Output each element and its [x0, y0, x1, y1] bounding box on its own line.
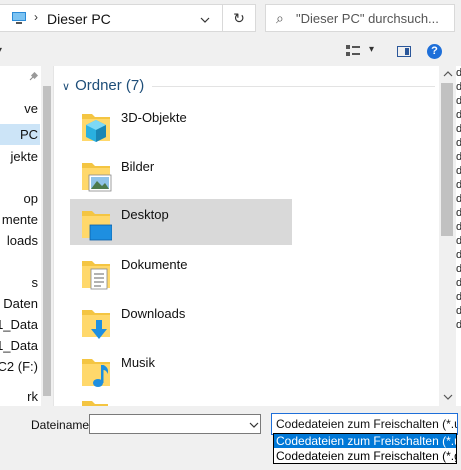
group-title: Ordner (7)	[75, 77, 145, 94]
folder-item-downloads[interactable]: Downloads	[70, 298, 292, 344]
main-scrollbar-thumb[interactable]	[441, 83, 453, 236]
toolbar: ▾	[0, 40, 461, 66]
folder-label: Musik	[121, 355, 155, 370]
filetype-option-gma[interactable]: Codedateien zum Freischalten (*.gma)	[274, 449, 456, 463]
collapse-chevron-icon[interactable]: ∨	[62, 81, 70, 93]
nav-item-documents[interactable]: mente	[0, 209, 40, 230]
help-icon[interactable]: ?	[427, 44, 442, 59]
folder-label: Dokumente	[121, 257, 188, 272]
folder-label: Bilder	[121, 159, 155, 174]
refresh-button[interactable]: ↻	[222, 4, 256, 32]
folder-label: 3D-Objekte	[121, 110, 187, 125]
folder-item-documents[interactable]: Dokumente	[70, 249, 292, 295]
folder-desktop-icon	[82, 211, 112, 241]
nav-item-c2-drive[interactable]: C2 (F:)	[0, 356, 40, 377]
nav-item-network[interactable]: rk	[0, 386, 40, 406]
folder-3d-objects-icon	[82, 114, 110, 142]
address-bar[interactable]: › Dieser PC	[0, 4, 256, 32]
folder-item-3d-objects[interactable]: 3D-Objekte	[70, 102, 292, 148]
nav-item-desktop[interactable]: op	[0, 188, 40, 209]
nav-item-local-disk[interactable]: er Daten	[0, 293, 40, 314]
folder-label: Downloads	[121, 306, 186, 321]
breadcrumb-separator: ›	[34, 10, 38, 24]
organize-dropdown-icon[interactable]: ▾	[0, 45, 2, 56]
nav-scrollbar-thumb[interactable]	[43, 86, 51, 396]
folder-pictures-icon	[82, 163, 112, 192]
nav-item-onedrive[interactable]: ve	[0, 98, 40, 119]
folder-item-desktop[interactable]: Desktop	[70, 199, 292, 245]
view-dropdown-icon[interactable]: ▾	[369, 44, 374, 55]
nav-item-c1-data-1[interactable]: C1_Data	[0, 314, 40, 335]
folder-downloads-icon	[82, 310, 110, 339]
scroll-up-icon[interactable]	[442, 70, 454, 78]
folder-icon	[82, 401, 108, 406]
scroll-down-icon[interactable]	[442, 393, 454, 401]
filename-dropdown-icon[interactable]	[249, 420, 259, 430]
folder-item-partial[interactable]	[80, 396, 110, 406]
group-divider	[152, 86, 435, 87]
folder-item-music[interactable]: Musik	[70, 347, 292, 393]
folder-music-icon	[82, 359, 110, 387]
nav-item-3d-objects[interactable]: jekte	[0, 146, 40, 167]
view-options-icon[interactable]	[346, 45, 360, 57]
filetype-select[interactable]: Codedateien zum Freischalten (*.ucx)	[271, 413, 458, 435]
filename-input[interactable]	[89, 414, 261, 434]
folder-label: Desktop	[121, 207, 169, 222]
filetype-option-ucx[interactable]: Codedateien zum Freischalten (*.ucx)	[274, 434, 456, 448]
nav-item-c1-data-2[interactable]: C1_Data	[0, 335, 40, 356]
search-placeholder[interactable]: "Dieser PC" durchsuch...	[296, 11, 439, 26]
this-pc-icon	[12, 12, 26, 24]
pin-icon	[29, 72, 38, 81]
search-box[interactable]: ⌕ "Dieser PC" durchsuch...	[265, 4, 455, 32]
group-header-folders[interactable]: ∨ Ordner (7)	[62, 77, 144, 94]
filename-label: Dateiname:	[31, 418, 93, 432]
nav-item-this-pc[interactable]: PC	[0, 124, 40, 145]
filetype-dropdown-list: Codedateien zum Freischalten (*.ucx) Cod…	[273, 433, 457, 464]
address-dropdown-icon[interactable]	[200, 14, 210, 28]
search-icon: ⌕	[276, 10, 284, 26]
nav-item-downloads[interactable]: loads	[0, 230, 40, 251]
nav-item-music-videos[interactable]: s	[0, 272, 40, 293]
preview-pane-icon[interactable]	[397, 46, 411, 57]
folder-item-pictures[interactable]: Bilder	[70, 151, 292, 197]
background-window-edge: d d d d d d d d d d d d d d d d d d d	[456, 66, 461, 406]
breadcrumb-current[interactable]: Dieser PC	[47, 11, 111, 27]
refresh-icon: ↻	[233, 10, 245, 26]
folder-documents-icon	[82, 261, 110, 290]
